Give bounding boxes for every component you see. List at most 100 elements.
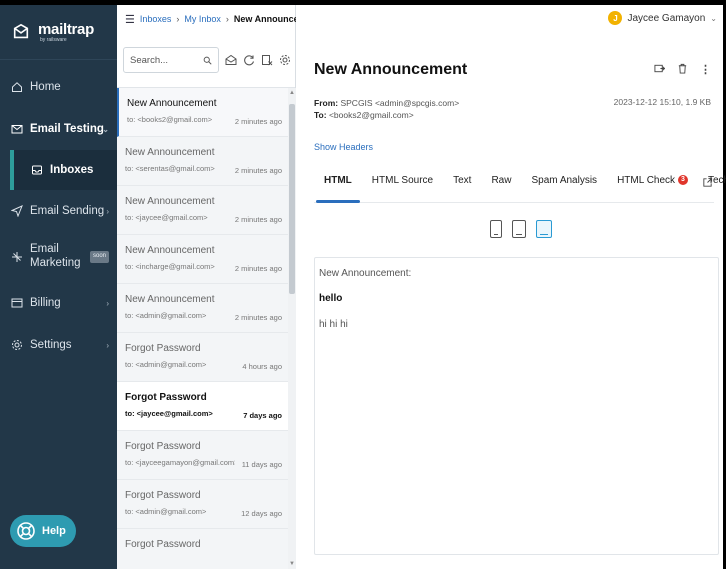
search-toolbar: Search...: [117, 33, 295, 88]
logo[interactable]: mailtrap by railsware: [0, 5, 117, 60]
sidebar-item-email-marketing[interactable]: Email Marketing soon: [0, 232, 117, 282]
list-item[interactable]: New Announcement to: <incharge@gmail.com…: [117, 235, 288, 284]
message-recipient: to: <jayceegamayon@gmail.com>: [125, 458, 235, 467]
email-testing-icon: [10, 122, 24, 136]
message-subject: Forgot Password: [125, 343, 201, 354]
tab-label: Raw: [491, 175, 512, 186]
search-input[interactable]: Search...: [123, 47, 219, 73]
tab-raw[interactable]: Raw: [481, 169, 521, 202]
show-headers-link[interactable]: Show Headers: [314, 142, 373, 152]
tab-html-check[interactable]: HTML Check 3: [607, 169, 698, 202]
list-item[interactable]: New Announcement to: <admin@gmail.com> 2…: [117, 284, 288, 333]
chevron-right-icon: ›: [106, 298, 109, 308]
help-lifebuoy-icon: [17, 522, 35, 540]
message-list-scrollbar[interactable]: ▲ ▼: [288, 88, 296, 569]
tab-spam-analysis[interactable]: Spam Analysis: [521, 169, 607, 202]
tab-text[interactable]: Text: [443, 169, 481, 202]
message-subject: New Announcement: [125, 196, 215, 207]
tab-label: HTML: [324, 175, 352, 186]
breadcrumb-inboxes[interactable]: Inboxes: [140, 14, 172, 24]
list-item[interactable]: Forgot Password to: <admin@gmail.com> 4 …: [117, 333, 288, 382]
list-item[interactable]: New Announcement to: <serentas@gmail.com…: [117, 137, 288, 186]
scroll-up-icon[interactable]: ▲: [288, 90, 296, 96]
message-recipient: to: <books2@gmail.com>: [127, 115, 213, 124]
message-subject: Forgot Password: [125, 539, 201, 550]
sidebar-item-label: Email Testing: [30, 123, 104, 135]
message-subject: New Announcement: [125, 245, 215, 256]
message-time: 12 days ago: [241, 509, 282, 518]
email-body-line: New Announcement:: [319, 268, 412, 279]
list-item[interactable]: Forgot Password: [117, 529, 288, 569]
mobile-view-icon[interactable]: [490, 220, 502, 238]
sidebar-item-billing[interactable]: Billing ›: [0, 282, 117, 324]
billing-icon: [10, 296, 24, 310]
sidebar-item-label: Email Marketing: [30, 243, 81, 269]
message-subject: Forgot Password: [125, 392, 207, 403]
message-detail-pane: J Jaycee Gamayon ⌄ New Announcement ⋮ Fr…: [296, 5, 726, 569]
device-preview-switcher: [490, 220, 552, 238]
list-item[interactable]: New Announcement to: <jaycee@gmail.com> …: [117, 186, 288, 235]
message-time: 2 minutes ago: [234, 313, 282, 322]
message-recipient: to: <admin@gmail.com>: [125, 360, 207, 369]
sidebar-item-label: Email Sending: [30, 205, 105, 217]
logo-subtext: by railsware: [40, 36, 67, 43]
message-subject: New Announcement: [125, 294, 215, 305]
soon-badge: soon: [89, 251, 109, 263]
list-item[interactable]: Forgot Password to: <jayceegamayon@gmail…: [117, 431, 288, 480]
scrollbar-thumb[interactable]: [289, 104, 295, 294]
breadcrumb-my-inbox[interactable]: My Inbox: [184, 14, 221, 24]
user-menu[interactable]: J Jaycee Gamayon ⌄: [608, 11, 717, 25]
forward-icon[interactable]: [654, 63, 665, 74]
open-external-icon[interactable]: [702, 177, 713, 188]
settings-icon[interactable]: [279, 54, 291, 66]
mailtrap-logo-icon: [13, 23, 29, 39]
tab-html-source[interactable]: HTML Source: [362, 169, 443, 202]
delete-icon[interactable]: [677, 63, 688, 74]
help-button[interactable]: Help: [10, 515, 76, 547]
tab-html[interactable]: HTML: [314, 169, 362, 203]
tab-label: Spam Analysis: [531, 175, 598, 186]
sidebar-item-home[interactable]: Home: [0, 66, 117, 108]
message-time: 2 minutes ago: [234, 117, 282, 126]
message-time: 4 hours ago: [242, 362, 282, 371]
menu-icon[interactable]: ☰: [125, 13, 135, 26]
chevron-right-icon: ›: [106, 340, 109, 350]
clear-inbox-icon[interactable]: [261, 54, 273, 66]
sidebar-item-label: Settings: [30, 339, 72, 351]
refresh-icon[interactable]: [243, 54, 255, 66]
scroll-down-icon[interactable]: ▼: [288, 561, 296, 567]
mark-read-icon[interactable]: [225, 54, 237, 66]
sidebar-item-inboxes[interactable]: Inboxes: [10, 150, 117, 190]
message-time: 2 minutes ago: [234, 264, 282, 273]
list-item[interactable]: Forgot Password to: <jaycee@gmail.com> 7…: [117, 382, 288, 431]
list-item[interactable]: Forgot Password to: <admin@gmail.com> 12…: [117, 480, 288, 529]
message-list-pane: ☰ Inboxes › My Inbox › New Announcement …: [117, 5, 320, 569]
message-time: 7 days ago: [243, 411, 282, 420]
user-name: Jaycee Gamayon: [627, 12, 706, 24]
inbox-icon: [30, 163, 44, 177]
email-preview: New Announcement: hello hi hi hi: [314, 257, 719, 555]
sidebar-item-email-testing[interactable]: Email Testing ⌄: [0, 108, 117, 150]
message-time: 2 minutes ago: [234, 166, 282, 175]
email-body-line: hello: [319, 293, 343, 304]
tablet-view-icon[interactable]: [512, 220, 526, 238]
from-value: SPCGIS <admin@spcgis.com>: [340, 98, 460, 108]
more-icon[interactable]: ⋮: [700, 63, 711, 76]
desktop-view-icon[interactable]: [536, 220, 552, 238]
message-meta: From: SPCGIS <admin@spcgis.com> To: <boo…: [314, 97, 459, 121]
message-subject: New Announcement: [125, 147, 215, 158]
list-item[interactable]: New Announcement to: <books2@gmail.com> …: [117, 88, 288, 137]
message-time: 2 minutes ago: [234, 215, 282, 224]
logo-text: mailtrap: [38, 20, 94, 38]
to-label: To:: [314, 110, 327, 120]
message-recipient: to: <serentas@gmail.com>: [125, 164, 215, 173]
message-subject: Forgot Password: [125, 441, 201, 452]
chevron-down-icon: ⌄: [710, 13, 717, 23]
sidebar: mailtrap by railsware Home Email Testing…: [0, 5, 117, 569]
breadcrumb-separator: ›: [176, 14, 180, 24]
sidebar-item-email-sending[interactable]: Email Sending ›: [0, 190, 117, 232]
message-date-size: 2023-12-12 15:10, 1.9 KB: [613, 97, 711, 107]
logo-wordmark: mailtrap by railsware: [38, 22, 94, 43]
sidebar-item-settings[interactable]: Settings ›: [0, 324, 117, 366]
count-badge: 3: [678, 175, 688, 185]
